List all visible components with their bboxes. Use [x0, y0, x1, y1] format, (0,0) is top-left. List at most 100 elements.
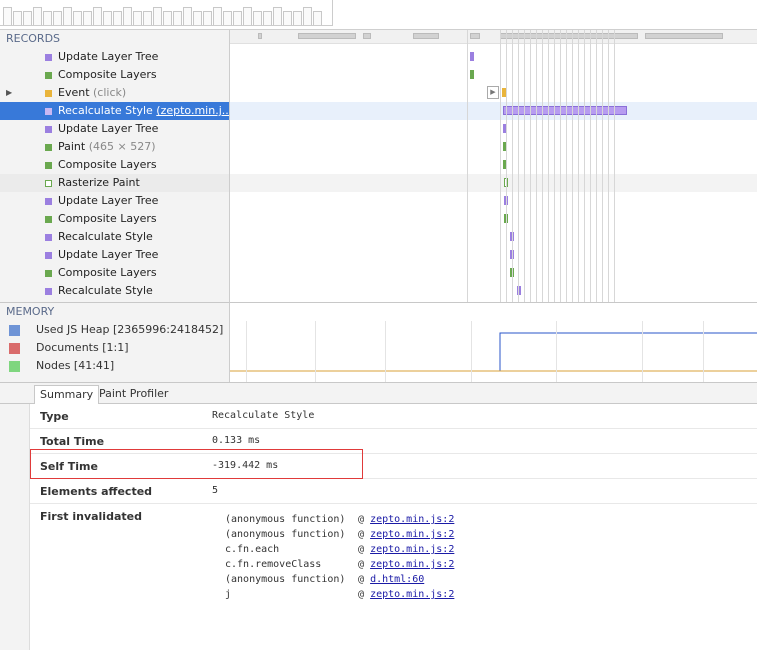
record-row[interactable]: Composite Layers — [0, 210, 229, 228]
stack-at-sign: @ — [358, 544, 365, 555]
timeline-grid-line — [608, 30, 609, 302]
timeline-row[interactable] — [230, 264, 757, 282]
tab-summary[interactable]: Summary — [34, 385, 100, 405]
expand-arrow-icon[interactable]: ▶ — [487, 86, 499, 99]
stack-frame: (anonymous function) @ d.html:60 — [225, 572, 454, 587]
stack-source-link[interactable]: zepto.min.js:2 — [370, 529, 454, 540]
expand-arrow-icon[interactable]: ▶ — [6, 84, 12, 102]
timeline-grid-line — [512, 30, 513, 302]
overview-frame — [223, 11, 232, 25]
timeline-row[interactable] — [230, 282, 757, 300]
record-row[interactable]: Recalculate Style — [0, 228, 229, 246]
type-value: Recalculate Style — [212, 410, 315, 421]
timeline-grid-line — [530, 30, 531, 302]
record-label: Composite Layers — [58, 68, 157, 81]
record-row[interactable]: Paint (465 × 527) — [0, 138, 229, 156]
timeline-overview[interactable] — [0, 0, 757, 30]
overview-frame — [153, 7, 162, 25]
overview-frame — [213, 7, 222, 25]
memory-color-swatch[interactable] — [9, 325, 20, 336]
record-color-swatch — [45, 144, 52, 151]
timeline-row[interactable] — [230, 66, 757, 84]
overview-frame — [253, 11, 262, 25]
timeline-grid-line — [566, 30, 567, 302]
overview-frame — [63, 7, 72, 25]
timeline-grid-line — [614, 30, 615, 302]
record-color-swatch — [45, 54, 52, 61]
records-panel: RECORDS Update Layer Tree Composite Layer… — [0, 30, 230, 302]
record-color-swatch — [45, 198, 52, 205]
record-row[interactable]: Rasterize Paint — [0, 174, 229, 192]
memory-color-swatch[interactable] — [9, 361, 20, 372]
stack-function-name: (anonymous function) — [225, 529, 346, 540]
summary-row-first-invalidated: First invalidated (anonymous function) @ … — [30, 504, 757, 614]
overview-frame — [273, 7, 282, 25]
record-label: Update Layer Tree — [58, 122, 159, 135]
overview-frame — [143, 11, 152, 25]
timeline-row[interactable] — [230, 156, 757, 174]
record-row[interactable]: Composite Layers — [0, 264, 229, 282]
memory-legend-item[interactable]: Used JS Heap [2365996:2418452] — [0, 321, 229, 339]
stack-frame: c.fn.removeClass @ zepto.min.js:2 — [225, 557, 454, 572]
record-color-swatch — [45, 270, 52, 277]
stack-function-name: (anonymous function) — [225, 514, 346, 525]
stack-source-link[interactable]: zepto.min.js:2 — [370, 514, 454, 525]
total-time-value: 0.133 ms — [212, 435, 261, 446]
record-row[interactable]: Composite Layers — [0, 66, 229, 84]
memory-legend-label: Documents [1:1] — [36, 341, 129, 354]
stack-source-link[interactable]: zepto.min.js:2 — [370, 544, 454, 555]
record-color-swatch — [45, 162, 52, 169]
tab-paint-profiler[interactable]: Paint Profiler — [94, 385, 173, 405]
overview-frame — [133, 11, 142, 25]
timeline-row[interactable] — [230, 174, 757, 192]
timeline-grid-line — [518, 30, 519, 302]
timeline-row[interactable] — [230, 102, 757, 120]
memory-legend-item[interactable]: Nodes [41:41] — [0, 357, 229, 375]
record-row[interactable]: Update Layer Tree — [0, 192, 229, 210]
record-row[interactable]: Update Layer Tree — [0, 120, 229, 138]
timeline-grid-line — [602, 30, 603, 302]
timeline-grid-line — [506, 30, 507, 302]
record-row[interactable]: Composite Layers — [0, 156, 229, 174]
overview-frame — [83, 11, 92, 25]
stack-source-link[interactable]: d.html:60 — [370, 574, 424, 585]
timeline-row[interactable] — [230, 246, 757, 264]
overview-frame — [313, 11, 322, 25]
first-invalidated-label: First invalidated — [40, 510, 142, 523]
overview-frame — [23, 11, 32, 25]
stack-source-link[interactable]: zepto.min.js:2 — [370, 559, 454, 570]
timeline-row[interactable] — [230, 228, 757, 246]
record-row[interactable]: Recalculate Style — [0, 282, 229, 300]
timeline-header-block — [470, 33, 480, 39]
record-row[interactable]: Recalculate Style (zepto.min.j... — [0, 102, 229, 120]
stack-source-link[interactable]: zepto.min.js:2 — [370, 589, 454, 600]
record-row[interactable]: Update Layer Tree — [0, 246, 229, 264]
memory-color-swatch[interactable] — [9, 343, 20, 354]
memory-grid-line — [703, 321, 704, 382]
stack-function-name: (anonymous function) — [225, 574, 346, 585]
timeline-row[interactable] — [230, 138, 757, 156]
stack-frame: j @ zepto.min.js:2 — [225, 587, 454, 602]
timeline-row[interactable] — [230, 210, 757, 228]
timeline-grid-line — [548, 30, 549, 302]
timeline-row[interactable] — [230, 120, 757, 138]
record-label: Composite Layers — [58, 212, 157, 225]
record-row[interactable]: Update Layer Tree — [0, 48, 229, 66]
record-label: Event — [58, 86, 90, 99]
record-detail[interactable]: (zepto.min.j... — [156, 104, 229, 117]
summary-row-type: Type Recalculate Style — [30, 404, 757, 429]
timeline-chart[interactable]: ▶ — [230, 30, 757, 302]
timeline-event-bar[interactable] — [470, 52, 474, 61]
memory-legend-item[interactable]: Documents [1:1] — [0, 339, 229, 357]
record-color-swatch — [45, 216, 52, 223]
timeline-row[interactable] — [230, 48, 757, 66]
timeline-row[interactable] — [230, 192, 757, 210]
overview-frames[interactable] — [0, 0, 333, 26]
timeline-row[interactable]: ▶ — [230, 84, 757, 102]
memory-graph — [230, 302, 757, 382]
timeline-event-bar[interactable] — [470, 70, 474, 79]
timeline-grid-line — [578, 30, 579, 302]
record-row[interactable]: ▶ Event (click) — [0, 84, 229, 102]
overview-frame — [283, 11, 292, 25]
timeline-header-block — [363, 33, 371, 39]
